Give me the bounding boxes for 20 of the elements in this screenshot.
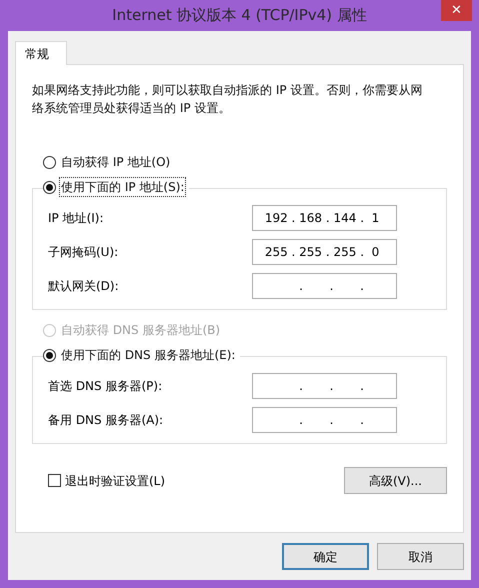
advanced-button[interactable]: 高级(V)... — [344, 467, 447, 494]
ip-address-field[interactable]: 192 . 168 . 144 . 1 — [252, 205, 397, 231]
field-label: IP 地址(I): — [48, 210, 105, 227]
field-label: 备用 DNS 服务器(A): — [48, 412, 164, 429]
window-title: Internet 协议版本 4 (TCP/IPv4) 属性 — [112, 5, 367, 26]
radio-option[interactable]: 自动获得 IP 地址(O) — [43, 153, 172, 171]
tab[interactable]: 常规 — [15, 41, 67, 65]
validate-checkbox[interactable]: 退出时验证设置(L) — [48, 472, 166, 490]
close-button[interactable]: ✕ — [441, 0, 472, 21]
description-text: 如果网络支持此功能，则可以获取自动指派的 IP 设置。否则，你需要从网络系统管理员处获得适当的 IP 设置。 — [32, 82, 424, 117]
ip-address-field[interactable]: . . . — [252, 407, 397, 433]
ip-address-field[interactable]: 255 . 255 . 255 . 0 — [252, 239, 397, 265]
ip-address-field[interactable]: . . . — [252, 373, 397, 399]
dialog-button[interactable]: 取消 — [377, 543, 464, 570]
field-label: 默认网关(D): — [48, 278, 120, 295]
field-label: 首选 DNS 服务器(P): — [48, 378, 164, 395]
radio-option[interactable]: 使用下面的 DNS 服务器地址(E): — [43, 346, 236, 364]
dialog-button[interactable]: 确定 — [282, 543, 369, 570]
field-label: 子网掩码(U): — [48, 244, 120, 261]
ip-address-field[interactable]: . . . — [252, 273, 397, 299]
